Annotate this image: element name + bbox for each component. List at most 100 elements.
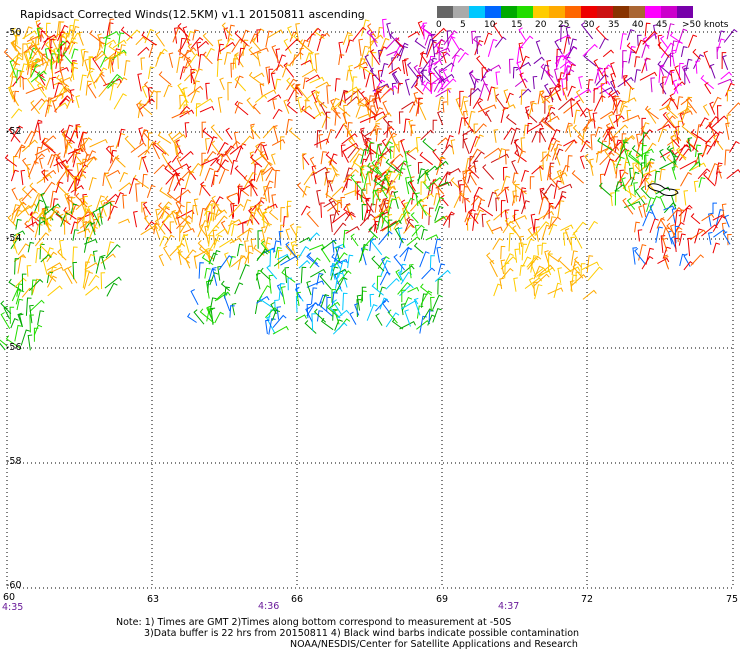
wind-barb <box>10 169 19 182</box>
wind-barb <box>508 232 515 252</box>
wind-barb <box>122 194 127 209</box>
wind-barb <box>712 242 721 254</box>
wind-barb <box>85 285 100 296</box>
wind-barb <box>419 52 427 68</box>
color-swatch <box>517 6 533 18</box>
wind-barb <box>680 171 692 187</box>
wind-barb <box>274 169 281 189</box>
wind-barb <box>702 104 710 116</box>
wind-barb <box>572 221 587 236</box>
wind-barb <box>421 293 428 308</box>
wind-barb <box>26 76 36 90</box>
wind-barb <box>285 38 301 51</box>
wind-barb <box>534 221 550 237</box>
color-swatch <box>501 6 517 18</box>
wind-barb <box>198 207 207 226</box>
note-line-1: Note: 1) Times are GMT 2)Times along bot… <box>116 617 512 628</box>
color-scale-label: 0 <box>436 20 442 30</box>
wind-barb <box>547 250 560 263</box>
wind-barb <box>487 191 497 208</box>
wind-barb <box>406 216 415 229</box>
wind-barb <box>141 85 148 98</box>
wind-barb <box>63 267 73 284</box>
wind-barb <box>14 277 27 288</box>
wind-barb <box>703 171 716 187</box>
wind-barb <box>683 190 689 206</box>
wind-barb <box>419 251 430 268</box>
wind-barb <box>404 58 409 76</box>
wind-barb <box>500 200 506 218</box>
wind-barb <box>280 224 285 239</box>
wind-barb <box>709 63 716 79</box>
wind-barb <box>8 278 22 291</box>
color-scale-labels: 0 5 10 15 20 25 30 35 40 45 >50 knots <box>432 20 740 32</box>
wind-barb <box>193 255 199 269</box>
wind-barb <box>450 33 460 50</box>
wind-barb <box>448 168 461 175</box>
wind-barb <box>183 234 190 253</box>
color-scale-label: 35 <box>608 20 620 30</box>
wind-barb <box>361 286 367 302</box>
wind-barb <box>598 182 613 198</box>
wind-barb <box>148 42 158 58</box>
wind-barb <box>638 205 643 218</box>
wind-barb <box>571 170 585 184</box>
wind-barb <box>135 183 140 202</box>
wind-barb <box>299 39 313 53</box>
wind-barb <box>678 233 686 246</box>
lat-label: -52 <box>6 126 22 137</box>
color-scale-label: 45 <box>656 20 668 30</box>
color-swatch <box>453 6 469 18</box>
color-swatch <box>629 6 645 18</box>
wind-barb <box>88 70 97 89</box>
wind-barb <box>366 303 378 321</box>
wind-barb <box>300 266 307 284</box>
wind-barb <box>34 223 43 238</box>
wind-barb <box>487 38 498 57</box>
wind-barb <box>215 215 228 228</box>
wind-barb <box>669 93 679 110</box>
wind-barb <box>345 39 354 53</box>
wind-barb <box>184 122 190 138</box>
wind-barb <box>12 75 24 87</box>
wind-barb <box>213 170 219 186</box>
wind-barb <box>320 202 325 218</box>
wind-barb <box>391 82 397 95</box>
lat-label: -54 <box>6 233 22 244</box>
wind-barb <box>33 324 43 336</box>
wind-barb <box>115 155 126 168</box>
wind-barb <box>179 66 188 80</box>
wind-barb <box>493 129 499 143</box>
wind-barb <box>212 249 221 262</box>
wind-barb <box>685 58 693 72</box>
wind-barb <box>107 205 118 221</box>
wind-barb <box>644 58 650 71</box>
wind-barb <box>637 229 643 242</box>
wind-barb <box>501 175 511 192</box>
wind-barb <box>182 228 195 234</box>
wind-barb <box>331 99 346 111</box>
wind-barb <box>219 77 225 91</box>
color-scale-label: 40 <box>632 20 644 30</box>
color-swatch <box>661 6 677 18</box>
wind-barb <box>557 256 572 273</box>
wind-barb <box>513 277 518 292</box>
wind-barb <box>497 186 510 197</box>
wind-barb <box>729 140 740 153</box>
wind-barb <box>577 133 592 149</box>
wind-barb <box>252 28 265 43</box>
wind-barb <box>37 310 45 325</box>
wind-barb <box>437 110 444 126</box>
wind-barb <box>519 264 526 276</box>
wind-barb <box>137 149 150 158</box>
color-swatch <box>581 6 597 18</box>
wind-barb <box>262 166 275 175</box>
wind-barb <box>272 98 277 110</box>
color-swatch <box>437 6 453 18</box>
wind-barb <box>342 292 348 311</box>
wind-barb <box>123 60 131 76</box>
wind-barb <box>251 199 265 212</box>
wind-barb <box>348 64 353 82</box>
wind-barb <box>594 126 603 138</box>
wind-barb <box>493 283 502 297</box>
